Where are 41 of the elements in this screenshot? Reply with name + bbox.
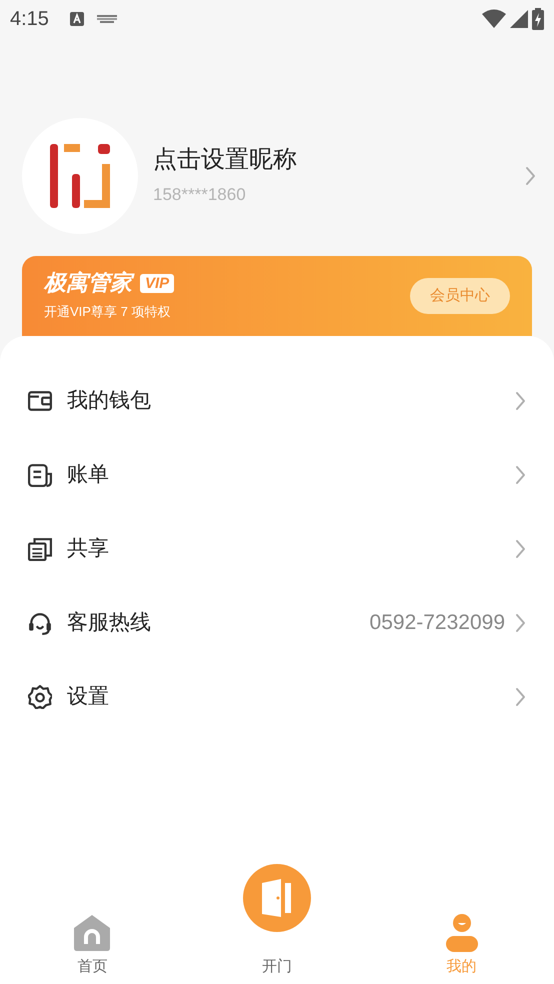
nav-tab[interactable]: 首页 [0, 914, 185, 978]
menu-item[interactable]: 设置 [0, 660, 554, 734]
menu-item[interactable]: 客服热线 0592-7232099 [0, 586, 554, 660]
nav-label: 开门 [262, 957, 292, 977]
menu-label: 设置 [67, 684, 109, 710]
document-icon [28, 463, 52, 487]
headset-icon [28, 611, 52, 635]
vip-subtitle: 开通VIP尊享 7 项特权 [44, 303, 172, 321]
status-time: 4:15 [10, 7, 49, 32]
logo-icon [50, 144, 110, 208]
chevron-right-icon [515, 687, 526, 707]
keyboard-icon [96, 14, 117, 24]
menu-label: 共享 [67, 536, 109, 562]
menu-label: 账单 [67, 462, 109, 488]
chevron-right-icon [515, 391, 526, 411]
home-icon [73, 914, 112, 952]
menu-item[interactable]: 我的钱包 [0, 364, 554, 438]
phone-number: 158****1860 [153, 184, 247, 206]
menu-label: 我的钱包 [67, 388, 151, 414]
signal-icon [510, 10, 528, 28]
menu-value: 0592-7232099 [370, 610, 505, 636]
chevron-right-icon [525, 166, 536, 186]
nav-tab[interactable]: 开门 [184, 864, 370, 978]
vip-badge: VIP [140, 274, 174, 292]
menu-label: 客服热线 [67, 610, 151, 636]
menu-item[interactable]: 共享 [0, 512, 554, 586]
door-icon [242, 864, 311, 932]
settings-icon [28, 685, 52, 709]
nav-label: 首页 [77, 957, 108, 977]
chevron-right-icon [515, 613, 526, 633]
battery-icon [532, 8, 544, 30]
chevron-right-icon [515, 539, 526, 559]
documents-icon [28, 537, 52, 561]
wifi-icon [482, 9, 506, 29]
keyboard-language-icon [68, 11, 85, 27]
nav-label: 我的 [446, 957, 477, 977]
wallet-icon [28, 389, 52, 413]
chevron-right-icon [515, 465, 526, 485]
menu-item[interactable]: 账单 [0, 438, 554, 512]
nickname[interactable]: 点击设置昵称 [153, 144, 297, 176]
person-icon [446, 914, 478, 952]
